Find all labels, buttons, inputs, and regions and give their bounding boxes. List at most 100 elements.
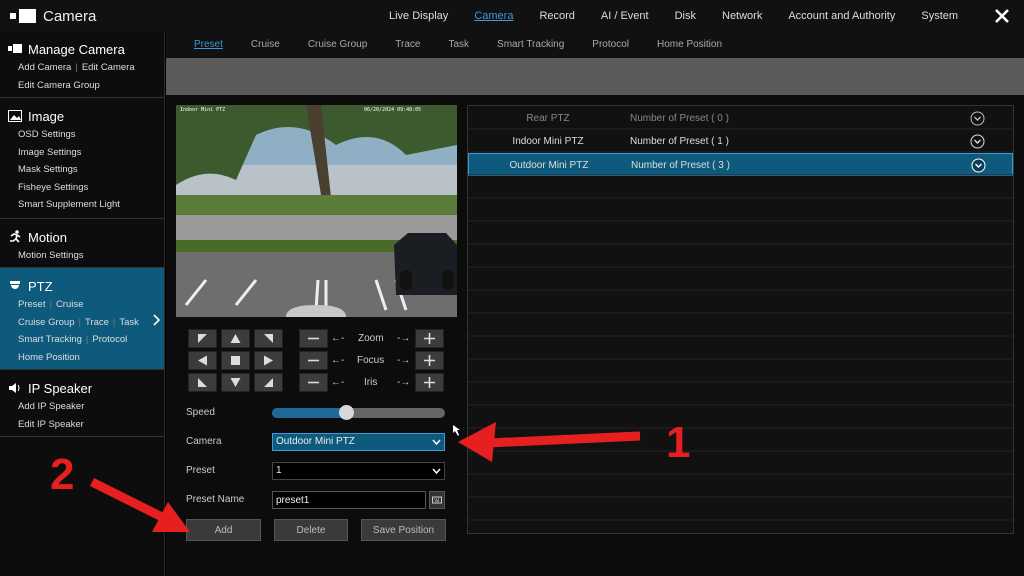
sub-tabs: Preset Cruise Cruise Group Trace Task Sm… bbox=[166, 31, 1024, 58]
sidebar-item-add-ip-speaker[interactable]: Add IP Speaker bbox=[8, 398, 164, 416]
speed-slider-fill bbox=[272, 408, 347, 418]
ptz-down-button[interactable] bbox=[221, 373, 250, 392]
tab-home-position[interactable]: Home Position bbox=[657, 39, 722, 50]
nav-account-authority[interactable]: Account and Authority bbox=[788, 10, 895, 22]
add-button[interactable]: Add bbox=[186, 519, 261, 541]
nav-network[interactable]: Network bbox=[722, 10, 762, 22]
sidebar-item-image-settings[interactable]: Image Settings bbox=[8, 144, 164, 162]
sidebar-item-trace[interactable]: Trace bbox=[85, 317, 109, 328]
chevron-right-icon bbox=[153, 314, 160, 326]
live-video-preview[interactable]: Indoor Mini PTZ 06/20/2024 09:48:05 bbox=[176, 105, 457, 317]
ptz-down-left-button[interactable] bbox=[188, 373, 217, 392]
preset-select[interactable]: 1 bbox=[272, 462, 445, 480]
camera-label: Camera bbox=[186, 436, 222, 447]
sidebar-title[interactable]: Manage Camera bbox=[28, 42, 125, 57]
preset-name-label: Preset Name bbox=[186, 494, 245, 505]
speed-slider-handle[interactable] bbox=[338, 405, 354, 420]
brand: Camera bbox=[10, 6, 96, 26]
sidebar-item-add-camera[interactable]: Add Camera bbox=[18, 62, 71, 73]
iris-open-button[interactable] bbox=[415, 373, 444, 392]
sidebar-section-ptz: PTZ Preset | Cruise Cruise Group | Trace | Tas… bbox=[0, 268, 164, 370]
sidebar-item-home-position[interactable]: Home Position bbox=[8, 349, 164, 367]
ptz-down-right-button[interactable] bbox=[254, 373, 283, 392]
sidebar-item-smart-supplement-light[interactable]: Smart Supplement Light bbox=[8, 196, 164, 214]
ptz-dome-icon bbox=[10, 281, 20, 289]
zoom-out-button[interactable] bbox=[299, 329, 328, 348]
ptz-stop-button[interactable] bbox=[221, 351, 250, 370]
sidebar-row: Smart Tracking | Protocol bbox=[18, 334, 128, 345]
chevron-down-icon bbox=[432, 468, 441, 475]
sidebar-item-preset[interactable]: Preset bbox=[18, 299, 45, 310]
save-position-button[interactable]: Save Position bbox=[361, 519, 446, 541]
nav-system[interactable]: System bbox=[921, 10, 958, 22]
arrow-down-icon bbox=[230, 378, 241, 387]
sidebar-title[interactable]: IP Speaker bbox=[28, 381, 92, 396]
preset-name-input[interactable] bbox=[272, 491, 426, 509]
top-nav: Live Display Camera Record AI / Event Di… bbox=[376, 0, 971, 31]
nav-camera[interactable]: Camera bbox=[474, 10, 513, 22]
ptz-right-button[interactable] bbox=[254, 351, 283, 370]
arrow-up-left-icon bbox=[198, 334, 207, 343]
arrow-right-icon: -→ bbox=[397, 377, 411, 388]
sidebar-item-protocol[interactable]: Protocol bbox=[92, 334, 127, 345]
sidebar-item-edit-camera-group[interactable]: Edit Camera Group bbox=[18, 80, 100, 91]
iris-close-button[interactable] bbox=[299, 373, 328, 392]
speed-slider[interactable] bbox=[272, 408, 445, 418]
image-icon bbox=[8, 110, 22, 122]
sidebar-item-cruise[interactable]: Cruise bbox=[56, 299, 83, 310]
annotation-step-1: 1 bbox=[666, 418, 691, 467]
camera-select[interactable]: Outdoor Mini PTZ bbox=[272, 433, 445, 451]
sidebar-item-motion-settings[interactable]: Motion Settings bbox=[8, 247, 164, 265]
sidebar-item-fisheye-settings[interactable]: Fisheye Settings bbox=[8, 179, 164, 197]
tab-smart-tracking[interactable]: Smart Tracking bbox=[497, 39, 564, 50]
sidebar-row: Edit Camera Group bbox=[8, 77, 164, 95]
sidebar-section-manage-camera: Manage Camera Add Camera | Edit Camera Edi… bbox=[0, 31, 164, 98]
arrow-down-right-icon bbox=[264, 378, 273, 387]
tab-cruise[interactable]: Cruise bbox=[251, 39, 280, 50]
arrow-left-icon: ←- bbox=[331, 355, 345, 366]
sidebar-title[interactable]: PTZ bbox=[28, 279, 53, 294]
sidebar-item-cruise-group[interactable]: Cruise Group bbox=[18, 317, 75, 328]
stop-icon bbox=[231, 356, 240, 365]
keyboard-icon[interactable] bbox=[429, 491, 445, 509]
camera-select-value: Outdoor Mini PTZ bbox=[276, 436, 355, 447]
nav-live-display[interactable]: Live Display bbox=[389, 10, 448, 22]
chevron-down-icon bbox=[432, 439, 441, 446]
sidebar-row: Cruise Group | Trace | Task bbox=[18, 316, 139, 328]
focus-far-button[interactable] bbox=[415, 351, 444, 370]
sidebar-title[interactable]: Image bbox=[28, 109, 64, 124]
ptz-up-left-button[interactable] bbox=[188, 329, 217, 348]
delete-button[interactable]: Delete bbox=[274, 519, 348, 541]
zoom-label: Zoom bbox=[358, 333, 384, 344]
camera-icon bbox=[10, 9, 36, 23]
focus-near-button[interactable] bbox=[299, 351, 328, 370]
toolbar-strip bbox=[166, 58, 1024, 95]
minus-icon bbox=[308, 381, 319, 384]
arrow-right-icon: -→ bbox=[397, 355, 411, 366]
tab-protocol[interactable]: Protocol bbox=[592, 39, 629, 50]
sidebar-item-smart-tracking[interactable]: Smart Tracking bbox=[18, 334, 82, 345]
sidebar-item-osd-settings[interactable]: OSD Settings bbox=[8, 126, 164, 144]
sidebar-title[interactable]: Motion bbox=[28, 230, 67, 245]
sidebar-item-mask-settings[interactable]: Mask Settings bbox=[8, 161, 164, 179]
ptz-up-right-button[interactable] bbox=[254, 329, 283, 348]
sidebar-item-edit-ip-speaker[interactable]: Edit IP Speaker bbox=[8, 416, 164, 434]
sidebar-row: Preset | Cruise bbox=[18, 299, 84, 310]
ptz-left-button[interactable] bbox=[188, 351, 217, 370]
tab-task[interactable]: Task bbox=[448, 39, 469, 50]
arrow-left-icon bbox=[198, 355, 207, 366]
tab-trace[interactable]: Trace bbox=[395, 39, 420, 50]
nav-ai-event[interactable]: AI / Event bbox=[601, 10, 649, 22]
close-icon[interactable] bbox=[993, 7, 1011, 25]
zoom-in-button[interactable] bbox=[415, 329, 444, 348]
nav-record[interactable]: Record bbox=[539, 10, 574, 22]
tab-cruise-group[interactable]: Cruise Group bbox=[308, 39, 367, 50]
sidebar-item-edit-camera[interactable]: Edit Camera bbox=[82, 62, 135, 73]
video-timestamp: 06/20/2024 09:48:05 bbox=[364, 107, 422, 113]
top-bar: Camera Live Display Camera Record AI / E… bbox=[0, 0, 1024, 31]
nav-disk[interactable]: Disk bbox=[675, 10, 696, 22]
sidebar-item-task[interactable]: Task bbox=[119, 317, 139, 328]
ptz-up-button[interactable] bbox=[221, 329, 250, 348]
tab-preset[interactable]: Preset bbox=[194, 39, 223, 50]
video-frame bbox=[176, 105, 457, 317]
